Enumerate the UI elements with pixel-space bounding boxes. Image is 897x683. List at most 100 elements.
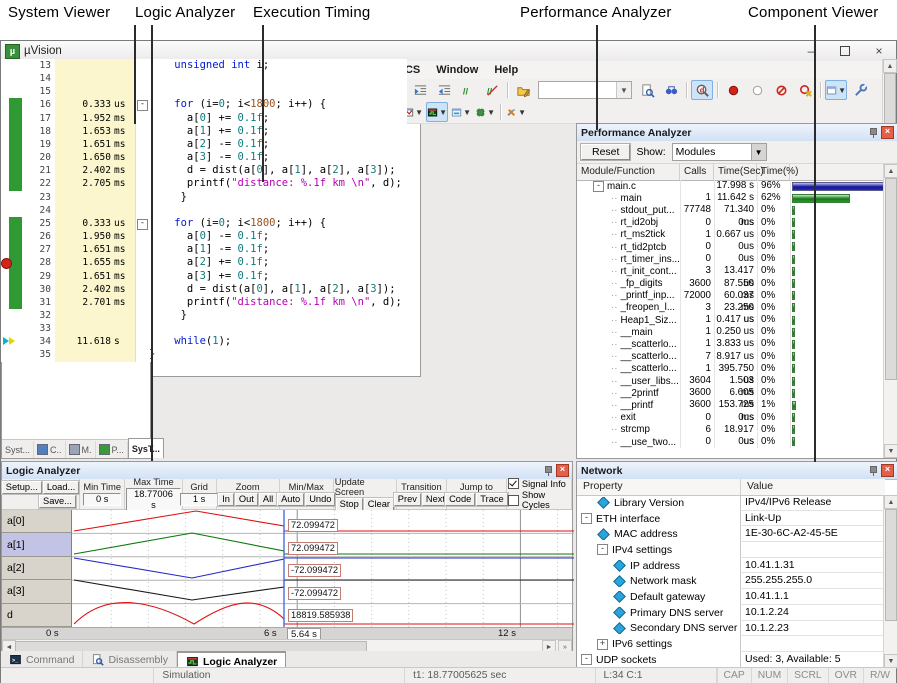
- breakpoint-enable-icon[interactable]: [746, 80, 768, 100]
- code-line[interactable]: 171.952ms a[0] += 0.1f;: [1, 112, 407, 125]
- fold-margin[interactable]: [135, 125, 149, 138]
- debug-session-icon[interactable]: d: [691, 80, 713, 100]
- find-next-icon[interactable]: [636, 80, 658, 100]
- comment-icon[interactable]: //: [457, 80, 479, 100]
- breakpoint-disable-all-icon[interactable]: [770, 80, 792, 100]
- editor-gutter[interactable]: [1, 191, 23, 204]
- editor-gutter[interactable]: [1, 125, 23, 138]
- code-line[interactable]: 15: [1, 85, 407, 98]
- minimize-button[interactable]: –: [794, 41, 828, 61]
- code-line[interactable]: 160.333us- for (i=0; i<1800; i++) {: [1, 98, 407, 111]
- network-vertical-scrollbar[interactable]: ▲ ▼: [883, 495, 897, 668]
- code-line[interactable]: 3411.618s while(1);: [1, 335, 407, 348]
- menu-window[interactable]: Window: [428, 62, 486, 78]
- network-row[interactable]: Default gateway10.41.1.1: [577, 589, 885, 605]
- perf-row[interactable]: ·· __scatterlo...78.917 us0%: [577, 351, 885, 363]
- fold-margin[interactable]: [135, 85, 149, 98]
- show-combobox[interactable]: Modules▼: [672, 143, 767, 161]
- find-reference-icon[interactable]: [660, 80, 682, 100]
- fold-margin[interactable]: [135, 112, 149, 125]
- perf-row[interactable]: ·· __2printf36006.605 ms0%: [577, 387, 885, 399]
- code-line[interactable]: 312.701ms printf("distance: %.1f km \n",…: [1, 296, 407, 309]
- editor-gutter[interactable]: [1, 85, 23, 98]
- perf-row[interactable]: ·· rt_ms2tick10.667 us0%: [577, 229, 885, 241]
- perf-row[interactable]: ·· rt_tid2ptcb00us0%: [577, 241, 885, 253]
- expand-icon[interactable]: -: [581, 654, 592, 665]
- column-time-sec[interactable]: Time(Sec): [714, 164, 757, 180]
- expand-icon[interactable]: -: [593, 181, 604, 192]
- code-line[interactable]: 33: [1, 322, 407, 335]
- editor-gutter[interactable]: [1, 217, 23, 230]
- perf-row[interactable]: ·· exit00us0%: [577, 412, 885, 424]
- prev-button[interactable]: Prev: [394, 493, 421, 506]
- editor-gutter[interactable]: [1, 177, 23, 190]
- signal-label-a2[interactable]: a[2]: [2, 557, 72, 580]
- perf-row[interactable]: ·· _freopen_l...323.250 us0%: [577, 302, 885, 314]
- perf-row[interactable]: ·· rt_id2obj00us0%: [577, 217, 885, 229]
- perf-row[interactable]: ·· __use_two...00us0%: [577, 436, 885, 448]
- fold-margin[interactable]: [135, 283, 149, 296]
- fold-margin[interactable]: [135, 348, 149, 361]
- column-time-pct[interactable]: Time(%): [757, 164, 790, 180]
- code-line[interactable]: 32 }: [1, 309, 407, 322]
- code-line[interactable]: 13 unsigned int i;: [1, 59, 407, 72]
- pin-icon[interactable]: [868, 465, 878, 476]
- fold-margin[interactable]: [135, 191, 149, 204]
- network-row[interactable]: Secondary DNS server10.1.2.23: [577, 621, 885, 637]
- tab-disassembly[interactable]: Disassembly: [83, 651, 177, 668]
- reset-button[interactable]: Reset: [581, 144, 630, 160]
- fold-margin[interactable]: -: [135, 98, 149, 111]
- fold-margin[interactable]: [135, 270, 149, 283]
- network-row[interactable]: IP address10.41.1.31: [577, 558, 885, 574]
- perf-row[interactable]: ·· Heap1_Siz...10.417 us0%: [577, 314, 885, 326]
- window-layout-icon[interactable]: ▼: [825, 80, 847, 100]
- editor-gutter[interactable]: [1, 112, 23, 125]
- systick-tab-c[interactable]: C..: [34, 441, 66, 458]
- all-button[interactable]: All: [259, 493, 277, 506]
- perf-row[interactable]: ·· strcmp618.917 us0%: [577, 424, 885, 436]
- network-row[interactable]: Primary DNS server10.1.2.24: [577, 605, 885, 621]
- fold-collapse-icon[interactable]: -: [137, 100, 148, 111]
- code-line[interactable]: 35}: [1, 348, 407, 361]
- fold-margin[interactable]: [135, 243, 149, 256]
- network-row[interactable]: Network mask255.255.255.0: [577, 573, 885, 589]
- fold-collapse-icon[interactable]: -: [137, 219, 148, 230]
- column-module-function[interactable]: Module/Function: [577, 164, 680, 180]
- menu-help[interactable]: Help: [486, 62, 526, 78]
- network-title[interactable]: Network ×: [577, 462, 897, 480]
- show-cycles-checkbox[interactable]: Show Cycles: [508, 490, 570, 510]
- editor-gutter[interactable]: [1, 243, 23, 256]
- network-row[interactable]: Library VersionIPv4/IPv6 Release: [577, 495, 885, 511]
- in-button[interactable]: In: [218, 493, 234, 506]
- perf-row[interactable]: -main.c17.998 s96%: [577, 180, 885, 192]
- network-row[interactable]: +IPv6 settings: [577, 636, 885, 652]
- restore-button[interactable]: [828, 41, 862, 61]
- perf-row[interactable]: ·· _printf_inp...7200060.037 ms0%: [577, 290, 885, 302]
- toolbox-icon[interactable]: ▼: [505, 102, 527, 122]
- editor-gutter[interactable]: [1, 322, 23, 335]
- code-line[interactable]: 302.402ms d = dist(a[0], a[1], a[2], a[3…: [1, 283, 407, 296]
- perf-row[interactable]: ·· stdout_put...7774871.340 ms0%: [577, 204, 885, 216]
- code-line[interactable]: 191.651ms a[2] -= 0.1f;: [1, 138, 407, 151]
- editor-gutter[interactable]: [1, 348, 23, 361]
- tab-command[interactable]: >_Command: [1, 651, 83, 668]
- code-line[interactable]: 222.705ms printf("distance: %.1f km \n",…: [1, 177, 407, 190]
- code-line[interactable]: 261.950ms a[0] -= 0.1f;: [1, 230, 407, 243]
- signal-label-a3[interactable]: a[3]: [2, 580, 72, 603]
- signal-label-a0[interactable]: a[0]: [2, 510, 72, 533]
- find-in-files-icon[interactable]: [512, 80, 534, 100]
- editor-gutter[interactable]: [1, 72, 23, 85]
- signal-label-d[interactable]: d: [2, 604, 72, 627]
- performance-analyzer-title[interactable]: Performance Analyzer ×: [577, 124, 897, 142]
- close-icon[interactable]: ×: [881, 464, 894, 477]
- editor-gutter[interactable]: [1, 256, 23, 269]
- expand-icon[interactable]: -: [597, 544, 608, 555]
- systick-tab-syst[interactable]: Syst...: [2, 441, 34, 458]
- fold-margin[interactable]: [135, 151, 149, 164]
- signal-info-checkbox[interactable]: Signal Info: [508, 478, 566, 489]
- code-editor[interactable]: 13 unsigned int i;1415160.333us- for (i=…: [1, 59, 407, 362]
- editor-gutter[interactable]: [1, 164, 23, 177]
- outdent-icon[interactable]: [433, 80, 455, 100]
- fold-margin[interactable]: [135, 256, 149, 269]
- code-line[interactable]: 181.653ms a[1] += 0.1f;: [1, 125, 407, 138]
